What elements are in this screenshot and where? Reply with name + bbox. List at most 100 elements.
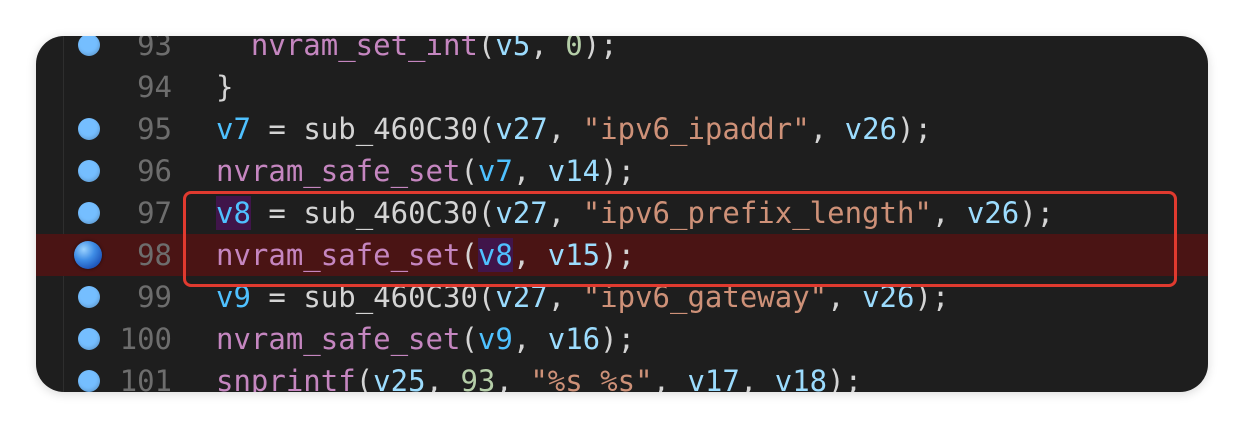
- breakpoint-icon[interactable]: [78, 36, 100, 56]
- code-token: (: [477, 112, 496, 146]
- code-token: ,: [547, 280, 583, 314]
- code-token: }: [216, 70, 234, 104]
- code-token: =: [250, 196, 304, 230]
- line-number: 93: [137, 36, 172, 62]
- line-number: 98: [137, 238, 172, 272]
- code-token: (: [460, 322, 478, 356]
- code-token: );: [914, 280, 950, 314]
- code-token: sub_460C30: [303, 280, 478, 314]
- code-token: v9: [477, 322, 513, 356]
- code-token: v16: [547, 322, 601, 356]
- code-token: v14: [547, 154, 601, 188]
- code-token: (: [355, 364, 374, 392]
- code-token: ,: [547, 196, 583, 230]
- code-text[interactable]: v9 = sub_460C30(v27, "ipv6_gateway", v26…: [216, 276, 949, 318]
- code-line: 96 nvram_safe_set(v7, v14);: [36, 150, 1208, 192]
- code-text[interactable]: nvram_set_int(v5, 0);: [216, 36, 618, 66]
- code-token: sub_460C30: [303, 196, 478, 230]
- code-editor: 93 nvram_set_int(v5, 0); 94} 95 v7 = sub_46…: [36, 36, 1208, 392]
- code-token: );: [600, 154, 636, 188]
- code-token: nvram_safe_set: [216, 238, 461, 272]
- code-token: v8: [216, 196, 251, 230]
- code-line: 98 nvram_safe_set(v8, v15);: [36, 234, 1208, 276]
- code-token: 0: [565, 36, 583, 62]
- code-token: (: [477, 196, 496, 230]
- code-line: 95 v7 = sub_460C30(v27, "ipv6_ipaddr", v2…: [36, 108, 1208, 150]
- code-token: v7: [477, 154, 513, 188]
- code-token: ,: [512, 154, 548, 188]
- breakpoint-icon[interactable]: [78, 370, 100, 392]
- code-text[interactable]: nvram_safe_set(v9, v16);: [216, 318, 635, 360]
- code-text[interactable]: v7 = sub_460C30(v27, "ipv6_ipaddr", v26)…: [216, 108, 932, 150]
- breakpoint-icon[interactable]: [78, 328, 100, 350]
- code-token: v25: [373, 364, 426, 392]
- code-token: ,: [547, 112, 583, 146]
- code-token: v17: [687, 364, 740, 392]
- code-token: ,: [739, 364, 775, 392]
- code-line: 97 v8 = sub_460C30(v27, "ipv6_prefix_leng…: [36, 192, 1208, 234]
- line-number: 100: [119, 322, 172, 356]
- code-token: v27: [495, 280, 548, 314]
- code-line: 93 nvram_set_int(v5, 0);: [36, 36, 1208, 66]
- code-text[interactable]: }: [216, 66, 233, 108]
- code-token: =: [250, 280, 304, 314]
- breakpoint-icon[interactable]: [78, 118, 100, 140]
- code-token: nvram_set_int: [250, 36, 478, 62]
- code-token: );: [827, 364, 863, 392]
- code-token: ,: [495, 364, 531, 392]
- code-token: ,: [931, 196, 967, 230]
- code-token: ,: [827, 280, 863, 314]
- code-token: snprintf: [216, 364, 356, 392]
- line-number: 94: [137, 70, 172, 104]
- code-text[interactable]: snprintf(v25, 93, "%s %s", v17, v18);: [216, 360, 862, 392]
- code-token: (: [477, 280, 496, 314]
- breakpoint-icon[interactable]: [78, 160, 100, 182]
- code-token: ,: [809, 112, 845, 146]
- code-token: v7: [216, 112, 251, 146]
- code-token: v26: [966, 196, 1020, 230]
- line-number: 99: [137, 280, 172, 314]
- code-token: ,: [425, 364, 461, 392]
- code-token: ,: [512, 322, 548, 356]
- code-token: );: [582, 36, 618, 62]
- code-token: ,: [652, 364, 688, 392]
- line-number: 95: [137, 112, 172, 146]
- code-token: v9: [216, 280, 251, 314]
- code-line: 99 v9 = sub_460C30(v27, "ipv6_gateway", v…: [36, 276, 1208, 318]
- code-token: );: [600, 322, 636, 356]
- code-token: );: [600, 238, 636, 272]
- code-token: v27: [495, 112, 548, 146]
- code-text[interactable]: v8 = sub_460C30(v27, "ipv6_prefix_length…: [216, 192, 1054, 234]
- code-token: );: [897, 112, 932, 146]
- code-line: 94}: [36, 66, 1208, 108]
- code-text[interactable]: nvram_safe_set(v8, v15);: [216, 234, 635, 276]
- current-breakpoint-icon[interactable]: [74, 241, 102, 269]
- code-text[interactable]: nvram_safe_set(v7, v14);: [216, 150, 635, 192]
- code-token: 93: [460, 364, 496, 392]
- code-token: v26: [862, 280, 915, 314]
- code-token: v5: [495, 36, 531, 62]
- code-token: =: [250, 112, 304, 146]
- code-token: "%s %s": [530, 364, 653, 392]
- code-token: ,: [512, 238, 548, 272]
- code-token: (: [477, 36, 496, 62]
- code-token: v26: [844, 112, 897, 146]
- line-number: 96: [137, 154, 172, 188]
- code-token: v27: [495, 196, 548, 230]
- code-token: (: [460, 238, 478, 272]
- code-token: sub_460C30: [303, 112, 478, 146]
- code-line: 101 snprintf(v25, 93, "%s %s", v17, v18);: [36, 360, 1208, 392]
- code-token: "ipv6_gateway": [582, 280, 828, 314]
- code-token: nvram_safe_set: [216, 154, 461, 188]
- code-token: v8: [477, 238, 513, 272]
- line-number: 101: [119, 364, 172, 392]
- code-token: v15: [547, 238, 601, 272]
- breakpoint-icon[interactable]: [78, 202, 100, 224]
- code-token: v18: [774, 364, 828, 392]
- code-token: );: [1019, 196, 1055, 230]
- code-token: (: [460, 154, 478, 188]
- code-token: ,: [530, 36, 566, 62]
- code-token: "ipv6_prefix_length": [582, 196, 932, 230]
- code-line: 100 nvram_safe_set(v9, v16);: [36, 318, 1208, 360]
- breakpoint-icon[interactable]: [78, 286, 100, 308]
